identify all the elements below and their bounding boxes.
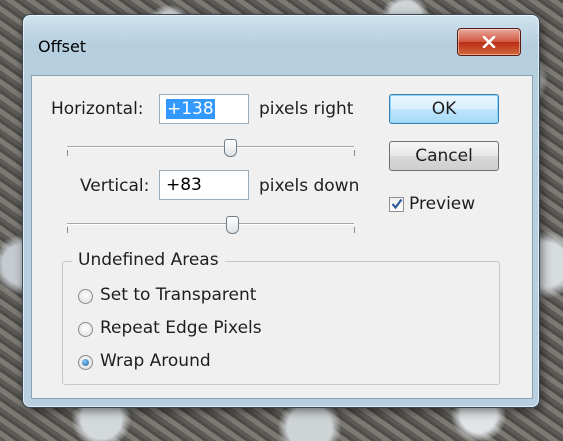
wrap-around-label: Wrap Around [100, 351, 211, 371]
offset-dialog: Offset Horizontal: +138 pixels right Ver… [22, 14, 540, 408]
preview-label: Preview [409, 194, 476, 214]
vertical-label: Vertical: [80, 176, 150, 196]
radio-repeat-edge-pixels[interactable] [78, 322, 93, 337]
vertical-input[interactable]: +83 [159, 170, 249, 200]
horizontal-input[interactable]: +138 [159, 94, 249, 124]
close-button[interactable] [457, 28, 521, 56]
ok-button[interactable]: OK [389, 94, 499, 124]
dialog-title: Offset [38, 37, 87, 56]
radio-wrap-around[interactable] [78, 355, 93, 370]
set-to-transparent-label: Set to Transparent [100, 285, 257, 305]
radio-set-to-transparent[interactable] [78, 289, 93, 304]
dialog-body: Horizontal: +138 pixels right Vertical: … [31, 75, 533, 399]
cancel-button-label: Cancel [415, 146, 473, 166]
cancel-button[interactable]: Cancel [389, 141, 499, 171]
horizontal-label: Horizontal: [51, 99, 144, 119]
ok-button-label: OK [431, 99, 457, 119]
vertical-slider-thumb[interactable] [226, 216, 239, 234]
horizontal-slider-thumb[interactable] [224, 139, 237, 157]
undefined-areas-title: Undefined Areas [72, 250, 225, 270]
preview-checkbox[interactable] [389, 197, 404, 212]
horizontal-unit-label: pixels right [259, 99, 354, 119]
vertical-unit-label: pixels down [259, 176, 360, 196]
repeat-edge-pixels-label: Repeat Edge Pixels [100, 318, 262, 338]
close-icon [482, 36, 496, 48]
checkmark-icon [391, 198, 403, 210]
